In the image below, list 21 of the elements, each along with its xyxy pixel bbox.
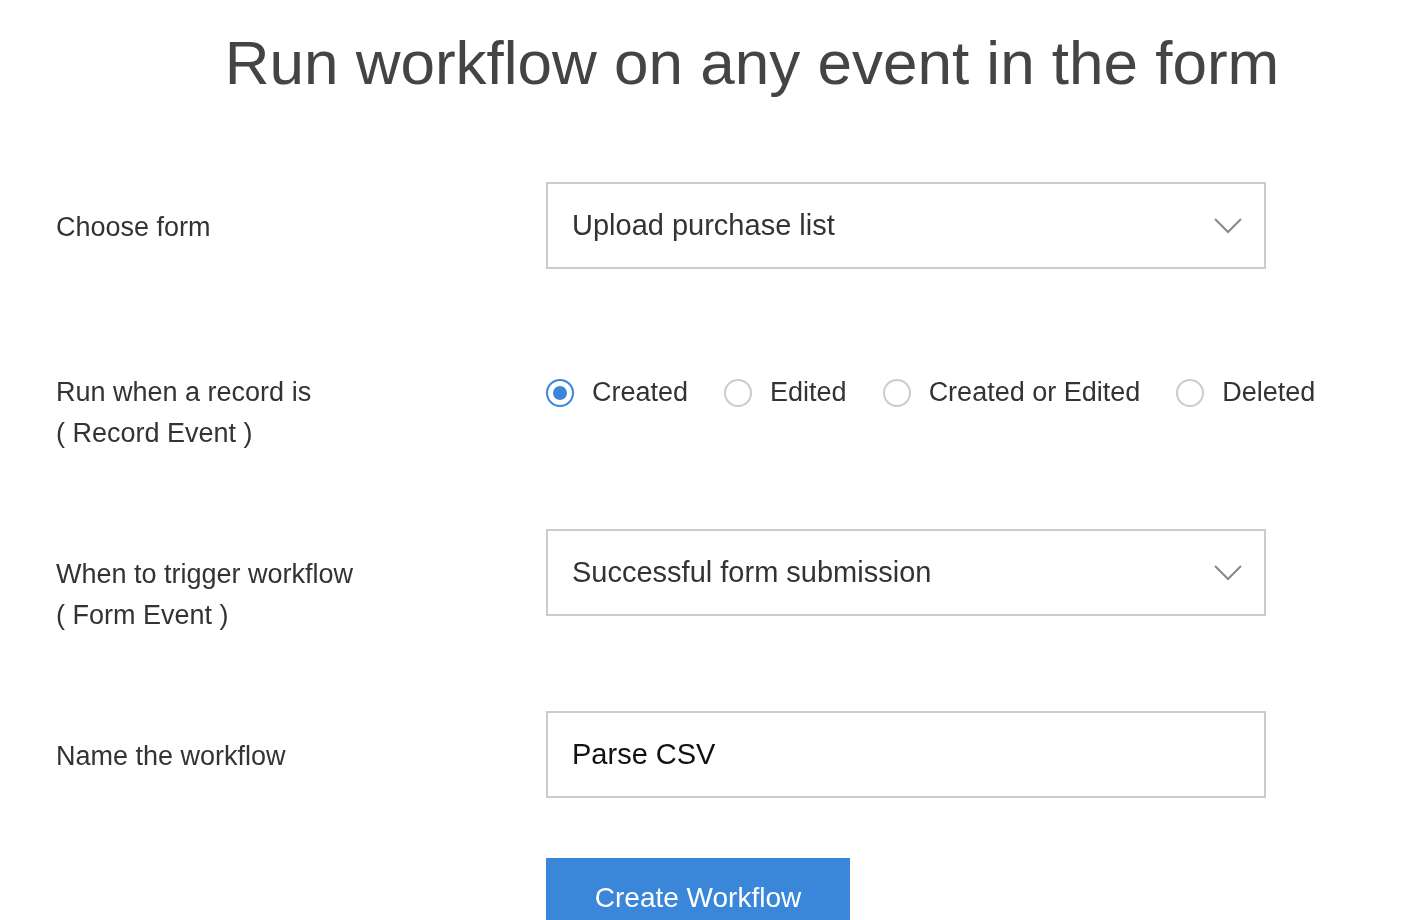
radio-option[interactable]: Edited bbox=[724, 377, 847, 408]
field-label: When to trigger workflow bbox=[56, 559, 354, 590]
radio-button[interactable] bbox=[1176, 378, 1205, 407]
radio-button[interactable] bbox=[882, 378, 911, 407]
field-label: Choose form bbox=[56, 212, 211, 243]
create-workflow-button[interactable]: Create Workflow bbox=[546, 858, 850, 920]
form-select[interactable]: Successful form submission bbox=[546, 529, 1266, 616]
field-sublabel: ( Form Event ) bbox=[56, 600, 229, 631]
page-title: Run workflow on any event in the form bbox=[223, 27, 1281, 98]
radio-button[interactable] bbox=[546, 378, 574, 407]
field-label: Run when a record is bbox=[56, 377, 312, 408]
radio-button[interactable] bbox=[724, 378, 753, 407]
field-sublabel: ( Record Event ) bbox=[56, 418, 253, 449]
radio-option[interactable]: Deleted bbox=[1176, 377, 1316, 408]
form-select[interactable]: Upload purchase list bbox=[546, 182, 1266, 269]
chevron-down-icon bbox=[1214, 564, 1242, 581]
radio-option[interactable]: Created bbox=[546, 377, 689, 408]
workflow-name-field[interactable]: Parse CSV bbox=[546, 711, 1266, 798]
radio-option[interactable]: Created or Edited bbox=[882, 377, 1141, 408]
field-label: Name the workflow bbox=[56, 741, 286, 772]
chevron-down-icon bbox=[1214, 217, 1242, 234]
